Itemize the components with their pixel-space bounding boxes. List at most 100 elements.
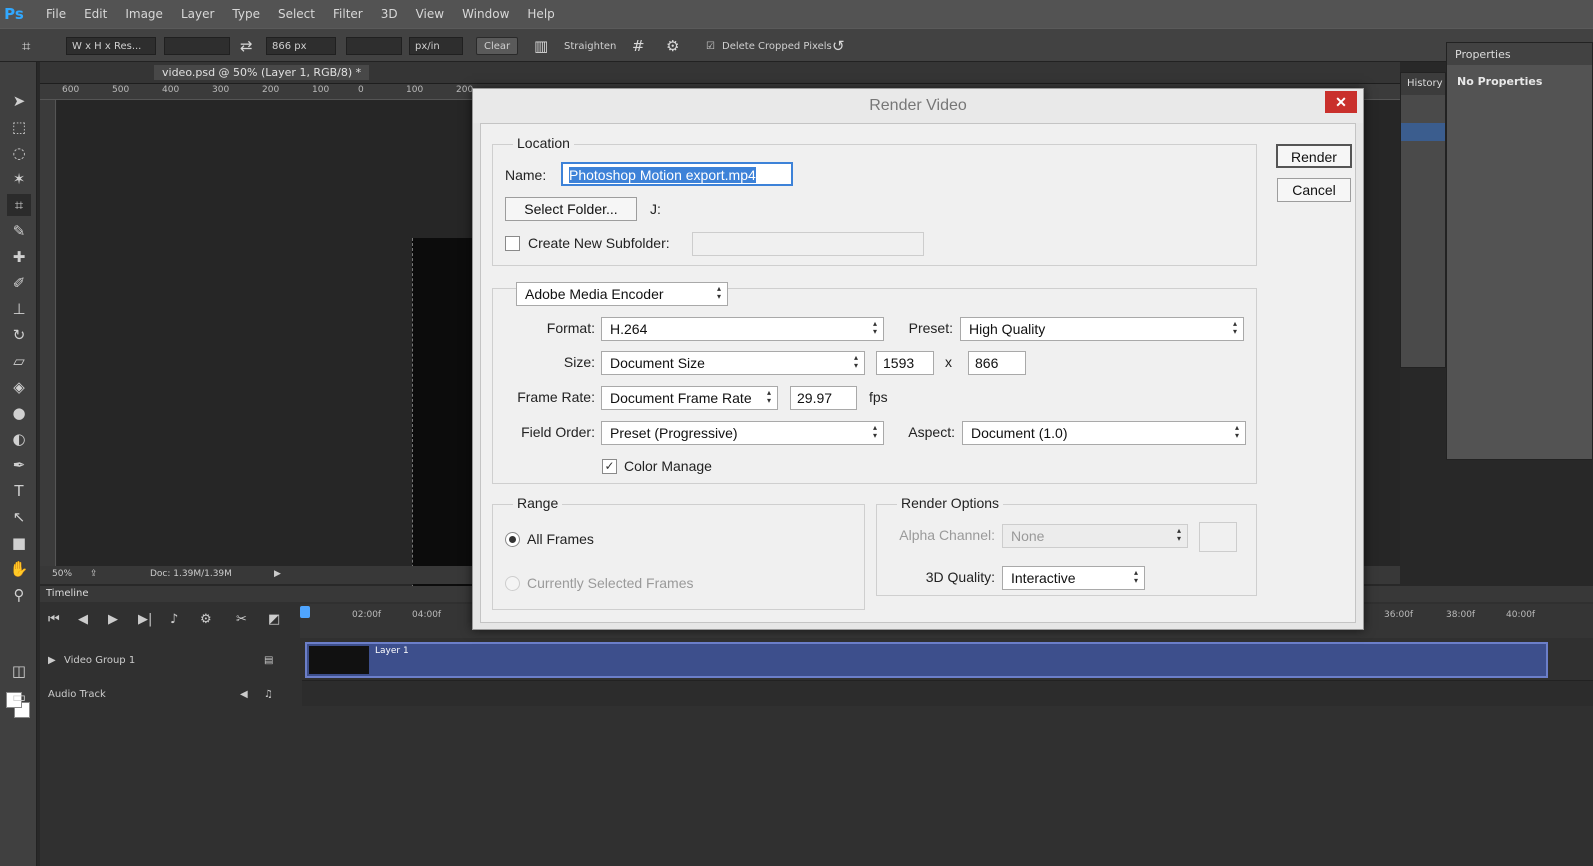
eraser-tool-icon[interactable]: ▱ (7, 350, 31, 372)
status-menu-arrow-icon[interactable]: ▶ (274, 569, 281, 579)
color-manage-checkbox[interactable]: ✓ (602, 459, 617, 474)
menu-select[interactable]: Select (278, 7, 315, 21)
ruler-tick: 600 (62, 85, 80, 95)
video-group-label[interactable]: Video Group 1 (64, 655, 135, 666)
screen-mode-icon[interactable]: ▭ (7, 686, 31, 708)
settings-gear-icon[interactable]: ⚙ (666, 37, 679, 55)
properties-title[interactable]: Properties (1447, 43, 1592, 65)
folder-path: J: (650, 201, 661, 217)
move-tool-icon[interactable]: ➤ (7, 90, 31, 112)
width-field[interactable] (164, 37, 230, 55)
height-input[interactable]: 866 (968, 351, 1026, 375)
resolution-unit-select[interactable]: px/in (409, 37, 463, 55)
size-select[interactable]: Document Size (601, 351, 865, 375)
paint-bucket-tool-icon[interactable]: ◈ (7, 376, 31, 398)
music-note-icon[interactable]: ♫ (264, 689, 273, 700)
alpha-color-swatch[interactable] (1199, 522, 1237, 552)
ruler-tick: 100 (406, 85, 424, 95)
audio-lane[interactable] (302, 680, 1593, 706)
share-icon[interactable]: ⇪ (90, 569, 98, 579)
3d-quality-select[interactable]: Interactive (1002, 566, 1145, 590)
menu-edit[interactable]: Edit (84, 7, 107, 21)
swap-dimensions-icon[interactable]: ⇄ (240, 37, 253, 55)
healing-brush-tool-icon[interactable]: ✚ (7, 246, 31, 268)
alpha-channel-select[interactable]: None (1002, 524, 1188, 548)
transition-icon[interactable]: ◩ (268, 612, 280, 627)
zoom-level[interactable]: 50% (52, 569, 72, 579)
first-frame-icon[interactable]: ⏮ (48, 612, 60, 627)
menu-image[interactable]: Image (125, 7, 163, 21)
all-frames-radio[interactable] (505, 532, 520, 547)
straighten-label[interactable]: Straighten (564, 37, 616, 55)
brush-tool-icon[interactable]: ✐ (7, 272, 31, 294)
ratio-select[interactable]: W x H x Res... (66, 37, 156, 55)
straighten-icon[interactable]: ▥ (534, 37, 548, 55)
encoder-select[interactable]: Adobe Media Encoder (516, 282, 728, 306)
field-order-select[interactable]: Preset (Progressive) (601, 421, 884, 445)
ruler-tick: 200 (456, 85, 474, 95)
mute-icon[interactable]: ◀ (240, 689, 248, 700)
layer-clip[interactable]: Layer 1 (305, 642, 1548, 678)
frame-rate-select[interactable]: Document Frame Rate (601, 386, 778, 410)
history-title[interactable]: History (1401, 73, 1445, 95)
previous-frame-icon[interactable]: ◀ (78, 612, 88, 627)
crop-tool-preset-icon[interactable]: ⌗ (22, 37, 30, 55)
overlay-grid-icon[interactable]: # (632, 37, 645, 55)
quick-mask-icon[interactable]: ◫ (7, 660, 31, 682)
audio-track-label[interactable]: Audio Track (48, 689, 106, 700)
zoom-tool-icon[interactable]: ⚲ (7, 584, 31, 606)
menu-file[interactable]: File (46, 7, 66, 21)
cancel-button[interactable]: Cancel (1277, 178, 1351, 202)
subfolder-checkbox[interactable] (505, 236, 520, 251)
format-select[interactable]: H.264 (601, 317, 884, 341)
aspect-select[interactable]: Document (1.0) (962, 421, 1246, 445)
delete-cropped-checkbox[interactable]: ☑ (706, 37, 715, 55)
preset-select[interactable]: High Quality (960, 317, 1244, 341)
close-icon[interactable]: ✕ (1325, 91, 1357, 113)
magic-wand-tool-icon[interactable]: ✶ (7, 168, 31, 190)
pen-tool-icon[interactable]: ✒ (7, 454, 31, 476)
rectangle-tool-icon[interactable]: ■ (7, 532, 31, 554)
lasso-tool-icon[interactable]: ◌ (7, 142, 31, 164)
history-state[interactable] (1401, 123, 1445, 141)
reset-icon[interactable]: ↺ (832, 37, 845, 55)
menu-type[interactable]: Type (232, 7, 260, 21)
hand-tool-icon[interactable]: ✋ (7, 558, 31, 580)
crop-tool-icon[interactable]: ⌗ (7, 194, 31, 216)
menu-window[interactable]: Window (462, 7, 509, 21)
next-frame-icon[interactable]: ▶| (138, 612, 152, 627)
stamp-tool-icon[interactable]: ⊥ (7, 298, 31, 320)
menu-filter[interactable]: Filter (333, 7, 363, 21)
menu-help[interactable]: Help (527, 7, 554, 21)
type-tool-icon[interactable]: T (7, 480, 31, 502)
select-folder-button[interactable]: Select Folder... (505, 197, 637, 221)
playhead[interactable] (300, 606, 310, 618)
settings-icon[interactable]: ⚙ (200, 612, 212, 627)
timeline-tab[interactable]: Timeline (46, 588, 89, 599)
split-scissors-icon[interactable]: ✂ (236, 612, 247, 627)
name-input[interactable]: Photoshop Motion export.mp4 (561, 162, 793, 186)
blur-tool-icon[interactable]: ● (7, 402, 31, 424)
menu-view[interactable]: View (416, 7, 444, 21)
clear-button[interactable]: Clear (476, 37, 519, 55)
width-input[interactable]: 1593 (876, 351, 934, 375)
timeline-tick: 38:00f (1446, 610, 1476, 620)
film-icon[interactable]: ▤ (264, 655, 273, 666)
resolution-field[interactable] (346, 37, 402, 55)
dodge-tool-icon[interactable]: ◐ (7, 428, 31, 450)
audio-icon[interactable]: ♪ (170, 612, 178, 627)
render-button[interactable]: Render (1276, 144, 1352, 168)
eyedropper-tool-icon[interactable]: ✎ (7, 220, 31, 242)
marquee-tool-icon[interactable]: ⬚ (7, 116, 31, 138)
document-tab[interactable]: video.psd @ 50% (Layer 1, RGB/8) * (154, 65, 370, 80)
expand-arrow-icon[interactable]: ▶ (48, 655, 56, 666)
subfolder-input[interactable] (692, 232, 924, 256)
play-icon[interactable]: ▶ (108, 612, 118, 627)
history-brush-tool-icon[interactable]: ↻ (7, 324, 31, 346)
path-selection-tool-icon[interactable]: ↖ (7, 506, 31, 528)
menu-3d[interactable]: 3D (381, 7, 398, 21)
height-field[interactable]: 866 px (266, 37, 336, 55)
fps-input[interactable]: 29.97 (790, 386, 857, 410)
menu-layer[interactable]: Layer (181, 7, 214, 21)
selected-frames-radio[interactable] (505, 576, 520, 591)
